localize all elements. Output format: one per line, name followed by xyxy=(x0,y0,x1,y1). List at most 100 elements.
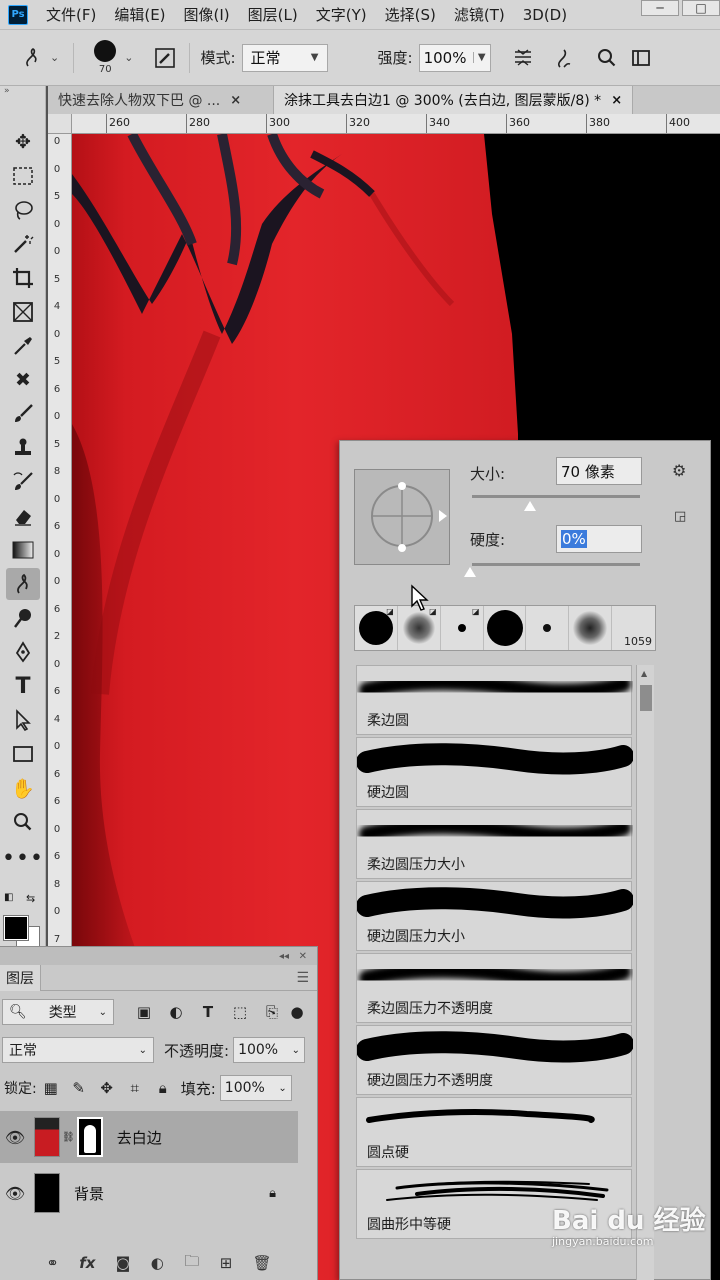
ruler-origin[interactable] xyxy=(48,114,72,134)
clone-stamp-tool-icon[interactable] xyxy=(6,432,40,464)
default-colors-icon[interactable]: ◧ xyxy=(4,892,13,903)
layer-row-background[interactable]: 👁︎ 背景 🔒︎ xyxy=(0,1167,298,1219)
search-icon[interactable] xyxy=(593,44,621,72)
filter-toggle-icon[interactable]: ● xyxy=(288,1003,306,1021)
close-icon[interactable]: × xyxy=(611,93,622,108)
brush-tip-soft[interactable]: ◪ xyxy=(398,606,441,650)
path-selection-tool-icon[interactable] xyxy=(6,704,40,736)
fill-input[interactable]: 100% ⌄ xyxy=(219,1075,292,1101)
image-filter-icon[interactable]: ▣ xyxy=(128,1003,160,1021)
zoom-tool-icon[interactable] xyxy=(6,806,40,838)
size-slider-track[interactable] xyxy=(472,495,640,498)
lock-transparent-icon[interactable]: ▦ xyxy=(37,1079,65,1097)
eraser-tool-icon[interactable] xyxy=(6,500,40,532)
hand-tool-icon[interactable]: ✋ xyxy=(6,772,40,804)
new-preset-icon[interactable]: ◲ xyxy=(674,509,686,524)
minimize-button[interactable]: ─ xyxy=(641,0,679,16)
hardness-slider-track[interactable] xyxy=(472,563,640,566)
menu-layer[interactable]: 图层(L) xyxy=(248,4,298,25)
blend-mode-select[interactable]: 正常 ⌄ xyxy=(2,1037,154,1063)
brush-angle-preview[interactable] xyxy=(354,469,450,565)
menu-3d[interactable]: 3D(D) xyxy=(523,6,567,24)
gradient-tool-icon[interactable] xyxy=(6,534,40,566)
adjustment-layer-icon[interactable]: ◐ xyxy=(151,1254,164,1272)
size-input[interactable]: 70 像素 xyxy=(556,457,642,485)
brush-preset-item[interactable]: 硬边圆压力大小 xyxy=(356,881,633,951)
size-slider-handle[interactable] xyxy=(524,501,536,511)
workspace-icon[interactable] xyxy=(627,44,655,72)
lock-position-icon[interactable]: ✥ xyxy=(93,1079,121,1097)
layer-mask-thumbnail[interactable] xyxy=(76,1117,103,1157)
layer-row-remove-white-edge[interactable]: 👁︎ ⛓ 去白边 xyxy=(0,1111,298,1163)
lasso-tool-icon[interactable] xyxy=(6,194,40,226)
mode-select[interactable]: 正常 ▼ xyxy=(241,43,328,72)
brush-preset-item[interactable]: 柔边圆压力大小 xyxy=(356,809,632,879)
brush-tip-soft-large[interactable] xyxy=(569,606,613,650)
brush-preset-item[interactable]: 硬边圆 xyxy=(356,737,633,807)
finger-painting-icon[interactable] xyxy=(549,44,577,72)
brush-preset-item[interactable]: 圆点硬 xyxy=(356,1097,632,1167)
brush-tip-hard-large[interactable]: ◪ xyxy=(355,606,398,650)
sample-all-layers-icon[interactable] xyxy=(509,44,537,72)
chevron-down-icon[interactable]: ⌄ xyxy=(50,51,59,64)
tab-smudge-white-edge[interactable]: 涂抹工具去白边1 @ 300% (去白边, 图层蒙版/8) * × xyxy=(274,86,634,114)
horizontal-ruler[interactable]: 260 280 300 320 340 360 380 400 xyxy=(72,114,720,134)
scroll-up-icon[interactable]: ▲ xyxy=(641,669,647,678)
adjustment-filter-icon[interactable]: ◐ xyxy=(160,1003,192,1021)
brush-tip-count[interactable]: 1059 xyxy=(612,606,655,650)
healing-brush-tool-icon[interactable]: ✖ xyxy=(6,364,40,396)
hardness-slider-handle[interactable] xyxy=(464,567,476,577)
swap-colors-icon[interactable]: ⇆ xyxy=(26,892,35,905)
delete-layer-icon[interactable]: 🗑︎ xyxy=(253,1254,272,1272)
menu-file[interactable]: 文件(F) xyxy=(46,4,96,25)
shape-filter-icon[interactable]: ⬚ xyxy=(224,1003,256,1021)
hardness-input[interactable]: 0% xyxy=(556,525,642,553)
layer-filter-select[interactable]: 🔍︎ 类型 ⌄ xyxy=(2,999,114,1025)
new-group-icon[interactable]: 🗀︎ xyxy=(184,1251,199,1276)
panel-collapse-icon[interactable]: ◂◂ ✕ xyxy=(0,947,317,965)
visibility-eye-icon[interactable]: 👁︎ xyxy=(0,1184,30,1203)
pen-tool-icon[interactable] xyxy=(6,636,40,668)
menu-select[interactable]: 选择(S) xyxy=(385,4,436,25)
mask-link-icon[interactable]: ⛓ xyxy=(62,1132,75,1143)
more-tools-icon[interactable]: ••• xyxy=(2,842,43,874)
collapse-icon[interactable]: » xyxy=(0,86,45,100)
new-layer-icon[interactable]: ⊞ xyxy=(220,1254,233,1272)
tab-layers[interactable]: 图层 xyxy=(0,964,41,991)
type-filter-icon[interactable]: T xyxy=(192,1003,224,1021)
history-brush-tool-icon[interactable] xyxy=(6,466,40,498)
eyedropper-tool-icon[interactable] xyxy=(6,330,40,362)
brush-tip-hard-round[interactable] xyxy=(484,606,527,650)
brush-preset-item[interactable]: 柔边圆 xyxy=(356,665,632,735)
frame-tool-icon[interactable] xyxy=(6,296,40,328)
vertical-ruler[interactable]: 0 0 5 0 0 5 4 0 5 6 0 5 8 0 6 0 0 6 2 0 6 4 0 6 6 0 6 8 0 7 xyxy=(48,134,72,964)
menu-edit[interactable]: 编辑(E) xyxy=(114,4,165,25)
link-layers-icon[interactable]: ⚭ xyxy=(46,1254,59,1272)
lock-pixels-icon[interactable]: ✎ xyxy=(65,1079,93,1097)
brush-settings-icon[interactable] xyxy=(151,44,179,72)
menu-type[interactable]: 文字(Y) xyxy=(316,4,367,25)
lock-all-icon[interactable]: 🔒︎ xyxy=(149,1079,177,1097)
brush-preset-item[interactable]: 柔边圆压力不透明度 xyxy=(356,953,632,1023)
dodge-tool-icon[interactable] xyxy=(6,602,40,634)
layer-name[interactable]: 背景 xyxy=(74,1183,104,1204)
opacity-input[interactable]: 100% ⌄ xyxy=(233,1037,306,1063)
brush-tip-dot[interactable] xyxy=(526,606,570,650)
brush-preset-item[interactable]: 硬边圆压力不透明度 xyxy=(356,1025,633,1095)
foreground-color-swatch[interactable] xyxy=(3,915,29,941)
gear-icon[interactable]: ⚙ xyxy=(672,461,686,480)
marquee-tool-icon[interactable] xyxy=(6,160,40,192)
brush-picker[interactable]: 70 xyxy=(90,35,120,81)
close-icon[interactable]: × xyxy=(230,93,241,108)
menu-filter[interactable]: 滤镜(T) xyxy=(454,4,505,25)
chevron-down-icon[interactable]: ⌄ xyxy=(124,51,133,64)
tab-double-chin[interactable]: 快速去除人物双下巴 @ ... × xyxy=(48,86,274,114)
menu-image[interactable]: 图像(I) xyxy=(184,4,230,25)
smudge-tool-preset-icon[interactable] xyxy=(18,44,46,72)
smudge-tool-icon[interactable] xyxy=(6,568,40,600)
crop-tool-icon[interactable] xyxy=(6,262,40,294)
preset-list-scrollbar[interactable]: ▲ xyxy=(636,665,654,1280)
fx-icon[interactable]: fx xyxy=(79,1254,95,1272)
rectangle-tool-icon[interactable] xyxy=(6,738,40,770)
layer-name[interactable]: 去白边 xyxy=(117,1127,162,1148)
